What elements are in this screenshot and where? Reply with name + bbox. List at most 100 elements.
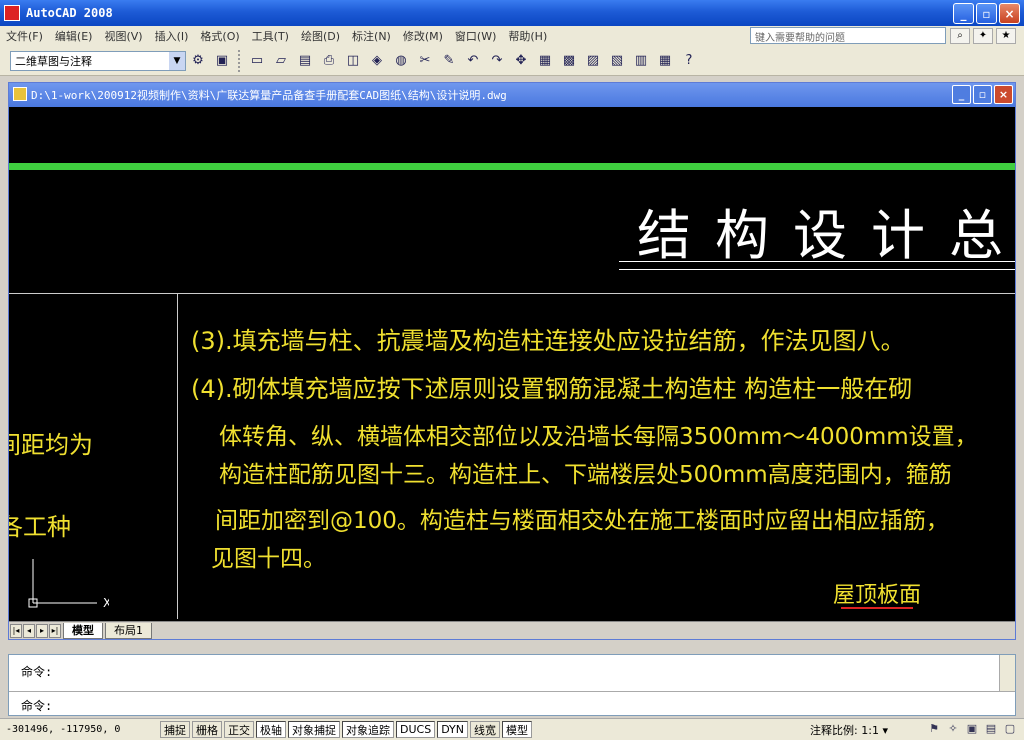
calculator-icon[interactable]: ▦ [654,50,676,72]
markup-icon[interactable]: ▥ [630,50,652,72]
menu-window[interactable]: 窗口(W) [449,28,502,44]
menu-format[interactable]: 格式(O) [194,28,245,44]
status-bar: -301496, -117950, 0 捕捉 栅格 正交 极轴 对象捕捉 对象追… [0,718,1024,740]
next-tab-icon[interactable]: ▸ [36,623,48,638]
command-input[interactable]: 命令: [21,697,52,714]
menu-insert[interactable]: 插入(I) [149,28,195,44]
help-search-input[interactable]: 键入需要帮助的问题 [750,27,946,44]
workspace-save-icon[interactable]: ▣ [211,50,233,72]
drawing-restore-button[interactable]: ▫ [973,85,992,104]
dyn-toggle[interactable]: DYN [437,721,469,738]
sheet-set-icon[interactable]: ▧ [606,50,628,72]
first-tab-icon[interactable]: |◂ [10,623,22,638]
snap-toggle[interactable]: 捕捉 [160,721,190,738]
layout-tabs-bar: |◂ ◂ ▸ ▸| 模型 布局1 [9,621,1015,639]
pan-icon[interactable]: ✥ [510,50,532,72]
annotation-scale-label: 注释比例: [810,724,858,737]
plot-icon[interactable]: ⎙ [318,50,340,72]
roof-label-underline [841,607,913,609]
note-line-4b: 体转角、纵、横墙体相交部位以及沿墙长每隔3500mm～4000mm设置， [219,424,978,450]
match-properties-icon[interactable]: ✎ [438,50,460,72]
note-line-3: (3).填充墙与柱、抗震墙及构造柱连接处应设拉结筋，作法见图八。 [191,327,905,355]
ducs-toggle[interactable]: DUCS [396,721,436,738]
coordinates-readout[interactable]: -301496, -117950, 0 [0,724,160,735]
favorites-icon[interactable]: ★ [996,28,1016,44]
drawing-titlebar: D:\1-work\200912视频制作\资料\广联达算量产品备查手册配套CAD… [9,83,1015,107]
undo-icon[interactable]: ↶ [462,50,484,72]
cut-icon[interactable]: ✂ [414,50,436,72]
trays-icon[interactable]: ▤ [983,721,999,737]
note-line-4e: 见图十四。 [211,546,326,572]
maximize-button[interactable]: ▫ [976,3,997,24]
command-scrollbar[interactable] [999,655,1015,691]
otrack-toggle[interactable]: 对象追踪 [342,721,394,738]
menu-file[interactable]: 文件(F) [0,28,49,44]
annotation-scale-value: 1:1 [861,724,879,737]
new-icon[interactable]: ▭ [246,50,268,72]
last-tab-icon[interactable]: ▸| [49,623,61,638]
annotation-scale[interactable]: 注释比例: 1:1 ▾ [810,722,888,738]
left-note-spacing: 间距均为 [9,431,93,459]
auto-scale-icon[interactable]: ✧ [945,721,961,737]
design-center-icon[interactable]: ▩ [558,50,580,72]
model-space-toggle[interactable]: 模型 [502,721,533,738]
app-titlebar: AutoCAD 2008 _ ▫ × [0,0,1024,26]
dwg-file-icon[interactable] [13,87,27,101]
publish-icon[interactable]: ◈ [366,50,388,72]
grid-toggle[interactable]: 栅格 [192,721,222,738]
annotation-visibility-icon[interactable]: ⚑ [926,721,942,737]
drawing-title: D:\1-work\200912视频制作\资料\广联达算量产品备查手册配套CAD… [31,89,507,102]
minimize-button[interactable]: _ [953,3,974,24]
heading-underline-2 [619,269,1015,270]
svg-text:X: X [103,596,109,610]
drawing-heading: 结构设计总 [637,204,1015,267]
app-title: AutoCAD 2008 [26,6,113,20]
ucs-icon: X [28,559,109,610]
roof-slab-label: 屋顶板面 [833,583,922,608]
menu-dimension[interactable]: 标注(N) [346,28,397,44]
communication-center-icon[interactable]: ✦ [973,28,993,44]
save-icon[interactable]: ▤ [294,50,316,72]
osnap-toggle[interactable]: 对象捕捉 [288,721,340,738]
drawing-window: D:\1-work\200912视频制作\资料\广联达算量产品备查手册配套CAD… [8,82,1016,640]
polar-toggle[interactable]: 极轴 [256,721,286,738]
globe-icon[interactable]: ◍ [390,50,412,72]
menu-tools[interactable]: 工具(T) [246,28,295,44]
workspace-settings-icon[interactable]: ⚙ [187,50,209,72]
properties-icon[interactable]: ▦ [534,50,556,72]
workspace-value: 二维草图与注释 [15,54,92,68]
plot-preview-icon[interactable]: ◫ [342,50,364,72]
prev-tab-icon[interactable]: ◂ [23,623,35,638]
chevron-down-icon[interactable]: ▼ [169,51,185,70]
note-line-4d: 间距加密到@100。构造柱与楼面相交处在施工楼面时应留出相应插筋， [215,508,949,534]
help-icon[interactable]: ? [678,50,700,72]
lock-icon[interactable]: ▣ [964,721,980,737]
toolbar-grip[interactable] [238,49,241,72]
drawing-close-button[interactable]: × [994,85,1013,104]
menu-bar: 文件(F) 编辑(E) 视图(V) 插入(I) 格式(O) 工具(T) 绘图(D… [0,26,1024,46]
model-space-canvas[interactable]: 结构设计总 (3).填充墙与柱、抗震墙及构造柱连接处应设拉结筋，作法见图八。 (… [9,107,1015,619]
note-line-4c: 构造柱配筋见图十三。构造柱上、下端楼层处500mm高度范围内，箍筋 [219,462,952,488]
autocad-icon[interactable] [4,5,20,21]
ortho-toggle[interactable]: 正交 [224,721,254,738]
redo-icon[interactable]: ↷ [486,50,508,72]
frame-horizontal-line [9,293,1015,294]
heading-underline [619,261,1015,262]
clean-screen-icon[interactable]: ▢ [1002,721,1018,737]
tab-layout1[interactable]: 布局1 [105,622,152,639]
chevron-down-icon[interactable]: ▾ [882,724,888,737]
workspace-select[interactable]: 二维草图与注释 ▼ [10,50,186,71]
open-icon[interactable]: ▱ [270,50,292,72]
menu-modify[interactable]: 修改(M) [397,28,449,44]
lineweight-toggle[interactable]: 线宽 [470,721,501,738]
close-button[interactable]: × [999,3,1020,24]
search-icon[interactable]: ⌕ [950,28,970,44]
command-history-line: 命令: [21,665,53,679]
menu-draw[interactable]: 绘图(D) [295,28,346,44]
menu-help[interactable]: 帮助(H) [502,28,553,44]
tab-model[interactable]: 模型 [63,622,103,639]
menu-edit[interactable]: 编辑(E) [49,28,99,44]
drawing-minimize-button[interactable]: _ [952,85,971,104]
tool-palettes-icon[interactable]: ▨ [582,50,604,72]
menu-view[interactable]: 视图(V) [98,28,148,44]
